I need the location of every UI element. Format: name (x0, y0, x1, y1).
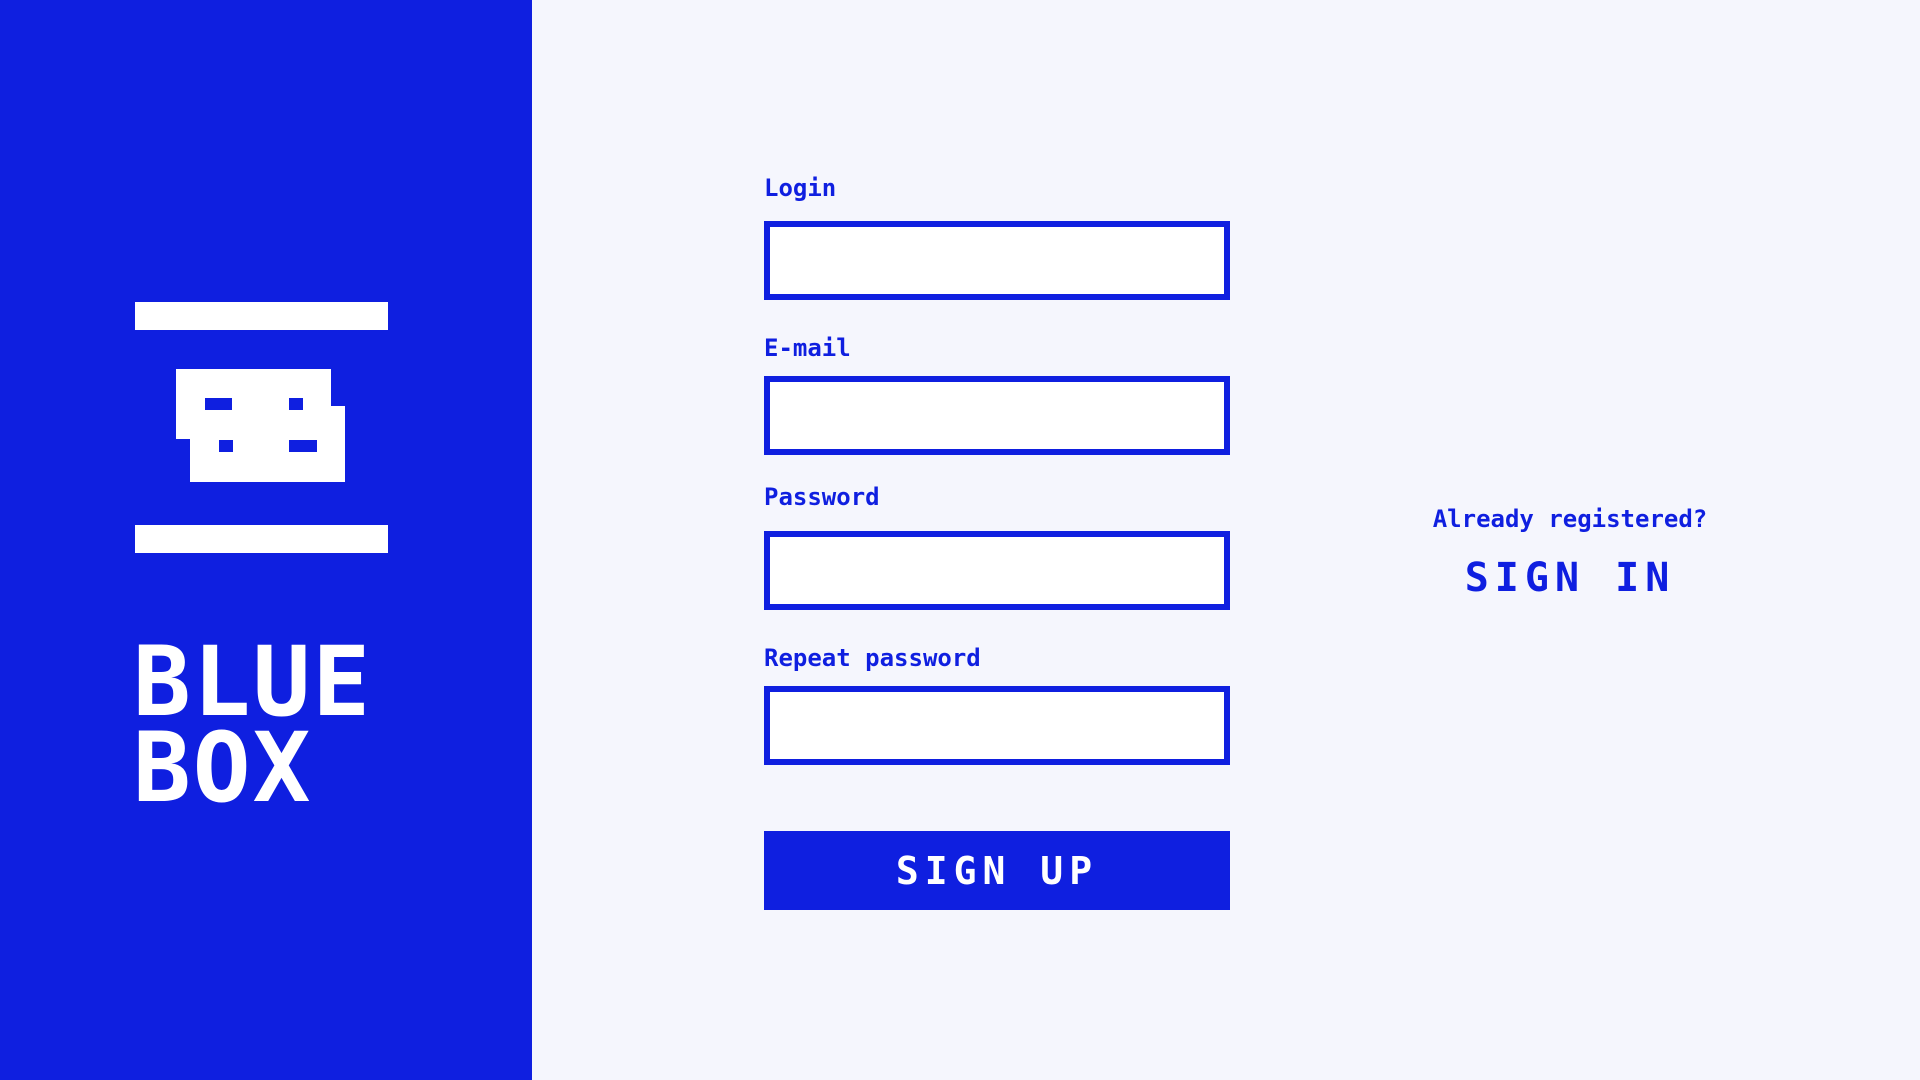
repeat-password-label: Repeat password (764, 644, 981, 672)
email-input[interactable] (764, 376, 1230, 455)
email-label: E-mail (764, 334, 851, 362)
logo-bottom-bar (135, 525, 388, 553)
repeat-password-input[interactable] (764, 686, 1230, 765)
login-input[interactable] (764, 221, 1230, 300)
password-input[interactable] (764, 531, 1230, 610)
password-label: Password (764, 483, 880, 511)
sign-up-button[interactable]: SIGN UP (764, 831, 1230, 910)
brand-name-line2: BOX (133, 712, 313, 824)
already-registered-text: Already registered? (1432, 505, 1708, 533)
logo-top-bar (135, 302, 388, 330)
login-label: Login (764, 174, 837, 202)
signin-section: Already registered? SIGN IN (1380, 505, 1760, 601)
sign-in-link[interactable]: SIGN IN (1465, 555, 1676, 601)
signup-form: Login E-mail Password Repeat password SI… (764, 0, 1230, 1080)
brand-panel: BLUE BOX (0, 0, 532, 1080)
